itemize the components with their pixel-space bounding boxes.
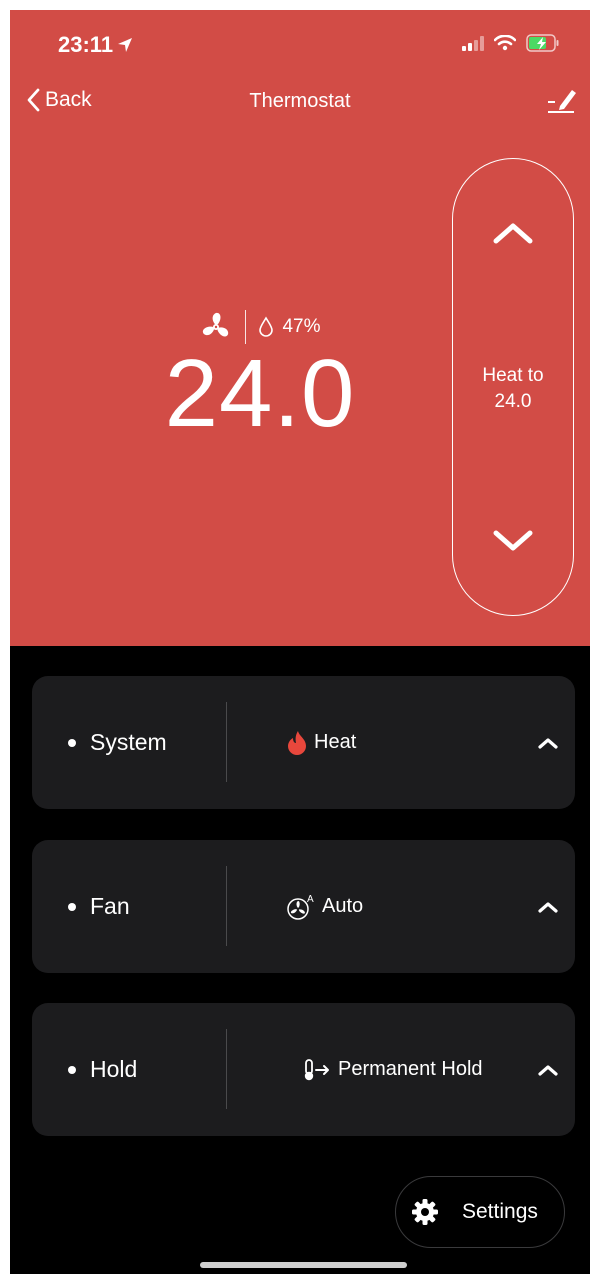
battery-charging-icon <box>526 34 559 52</box>
chevron-up-icon <box>538 737 558 749</box>
chevron-up-icon <box>493 223 533 244</box>
current-temperature: 24.0 <box>164 340 356 447</box>
fan-auto-icon: A <box>287 894 314 920</box>
status-time: 23:11 <box>58 32 133 58</box>
settings-button[interactable]: Settings <box>395 1176 565 1248</box>
hold-label: Hold <box>90 1056 138 1082</box>
thermometer-arrow-icon <box>304 1058 329 1080</box>
cellular-signal-icon <box>462 35 484 51</box>
system-value: Heat <box>314 731 357 753</box>
bullet-dot <box>68 902 76 911</box>
humidity-value: 47% <box>282 316 321 337</box>
setpoint-label: Heat to 24.0 <box>453 363 573 415</box>
chevron-up-icon <box>538 1064 558 1076</box>
increase-temperature-button[interactable] <box>453 209 573 257</box>
wifi-icon <box>494 35 516 51</box>
hold-expand[interactable] <box>537 1003 559 1136</box>
hold-value-group: Permanent Hold <box>302 1003 483 1136</box>
fan-mode-card[interactable]: Fan A Auto <box>32 840 575 973</box>
card-divider <box>226 1029 227 1109</box>
bullet-dot <box>68 738 76 747</box>
status-meta-row: 47% <box>160 310 360 344</box>
thermostat-header-panel: 23:11 Back Thermostat 47% 24.0 Heat to 2… <box>10 10 590 646</box>
humidity-drop-icon <box>259 316 274 337</box>
fan-value: Auto <box>322 895 364 917</box>
fan-value-group: A Auto <box>286 840 363 973</box>
page-title: Thermostat <box>249 90 351 112</box>
decrease-temperature-button[interactable] <box>453 517 573 565</box>
setpoint-value: 24.0 <box>494 391 532 412</box>
bullet-dot <box>68 1065 76 1074</box>
app-screen: 23:11 Back Thermostat 47% 24.0 Heat to 2… <box>10 10 590 1274</box>
chevron-down-icon <box>493 530 533 551</box>
setpoint-mode: Heat to <box>482 365 544 386</box>
status-indicators <box>462 34 560 52</box>
svg-text:A: A <box>307 894 314 905</box>
fan-label-group: Fan <box>68 840 130 973</box>
status-time-text: 23:11 <box>58 32 114 57</box>
location-arrow-icon <box>118 38 133 52</box>
fan-label: Fan <box>90 893 130 919</box>
humidity-readout: 47% <box>258 316 321 338</box>
gear-icon <box>412 1199 438 1225</box>
fan-expand[interactable] <box>537 840 559 973</box>
hold-label-group: Hold <box>68 1003 137 1136</box>
system-label: System <box>90 729 167 755</box>
system-expand[interactable] <box>537 676 559 809</box>
hold-mode-card[interactable]: Hold Permanent Hold <box>32 1003 575 1136</box>
system-mode-card[interactable]: System Heat <box>32 676 575 809</box>
system-label-group: System <box>68 676 167 809</box>
hold-value: Permanent Hold <box>338 1058 483 1080</box>
edit-pencil-icon[interactable] <box>544 86 578 116</box>
system-value-group: Heat <box>286 676 356 809</box>
card-divider <box>226 702 227 782</box>
meta-divider <box>245 310 247 344</box>
chevron-up-icon <box>538 901 558 913</box>
home-indicator[interactable] <box>200 1262 407 1268</box>
flame-icon <box>288 730 306 755</box>
fan-icon <box>203 312 229 337</box>
settings-label: Settings <box>462 1200 538 1223</box>
setpoint-control: Heat to 24.0 <box>452 158 574 616</box>
temperature-readout: 47% 24.0 <box>160 310 360 442</box>
card-divider <box>226 866 227 946</box>
